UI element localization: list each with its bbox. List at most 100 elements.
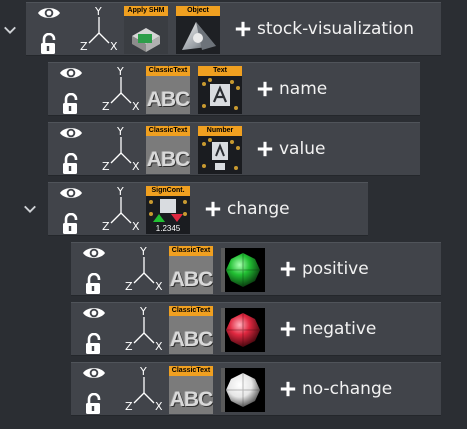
classic-text-plugin-tile[interactable]: ClassicText ABC <box>169 366 213 414</box>
sign-number: 1.2345 <box>155 224 181 233</box>
xyz-axes-icon[interactable]: Y Z X <box>125 245 163 293</box>
axis-x-label: X <box>155 280 163 293</box>
unlock-icon[interactable] <box>39 33 59 55</box>
unlock-icon[interactable] <box>84 333 104 355</box>
unlock-icon[interactable] <box>84 393 104 415</box>
axis-y-label: Y <box>117 125 124 138</box>
add-child-button[interactable] <box>275 316 301 342</box>
add-child-button[interactable] <box>252 136 278 162</box>
axis-z-label: Z <box>102 160 110 173</box>
unlock-icon[interactable] <box>84 273 104 295</box>
unlock-icon[interactable] <box>61 153 81 175</box>
tree-row-change[interactable]: Y Z X SignCont. 1.2345 change <box>48 182 368 236</box>
node-label[interactable]: positive <box>302 258 369 280</box>
tree-row-no-change[interactable]: Y Z X ClassicText ABC no-change <box>71 362 441 416</box>
node-label[interactable]: negative <box>302 318 376 340</box>
classic-text-icon: ABC <box>146 76 190 114</box>
axis-y-label: Y <box>140 365 147 378</box>
plus-icon <box>204 200 222 218</box>
plugin-tag: SignCont. <box>146 186 190 196</box>
plus-icon <box>279 320 297 338</box>
add-child-button[interactable] <box>275 376 301 402</box>
classic-text-icon: ABC <box>146 136 190 174</box>
xyz-axes-icon[interactable]: Y Z X <box>102 65 140 113</box>
add-child-button[interactable] <box>230 16 256 42</box>
text-plugin-tile[interactable]: Text <box>198 66 242 114</box>
plugin-tag: ClassicText <box>169 246 213 256</box>
tree-row-negative[interactable]: Y Z X ClassicText ABC negative <box>71 302 441 356</box>
green-material-ball[interactable] <box>221 248 265 292</box>
node-label[interactable]: stock-visualization <box>257 18 414 40</box>
node-label[interactable]: change <box>227 198 290 220</box>
axis-x-label: X <box>155 340 163 353</box>
plugin-tag: Text <box>198 66 242 76</box>
apply-shm-plugin-tile[interactable]: Apply SHM <box>124 6 168 54</box>
plus-icon <box>256 140 274 158</box>
classic-text-icon: ABC <box>169 316 213 354</box>
number-plugin-tile[interactable]: Number <box>198 126 242 174</box>
tree-row-name[interactable]: Y Z X ClassicText ABC Text name <box>48 62 420 116</box>
plugin-tag: Object <box>176 6 220 16</box>
unlock-icon[interactable] <box>61 93 81 115</box>
axis-y-label: Y <box>117 65 124 78</box>
classic-text-plugin-tile[interactable]: ClassicText ABC <box>146 66 190 114</box>
axis-z-label: Z <box>102 220 110 233</box>
eye-icon[interactable] <box>59 125 83 141</box>
eye-icon[interactable] <box>82 365 106 381</box>
xyz-axes-icon[interactable]: Y Z X <box>125 365 163 413</box>
classic-text-plugin-tile[interactable]: ClassicText ABC <box>146 126 190 174</box>
expand-toggle-stock-visualization[interactable] <box>1 21 19 39</box>
axis-z-label: Z <box>102 100 110 113</box>
axis-x-label: X <box>155 400 163 413</box>
plus-icon <box>256 80 274 98</box>
plugin-tag: ClassicText <box>169 306 213 316</box>
chevron-down-icon <box>23 202 37 216</box>
axis-z-label: Z <box>125 340 133 353</box>
classic-text-icon: ABC <box>169 376 213 414</box>
eye-icon[interactable] <box>82 245 106 261</box>
object-icon <box>176 16 220 54</box>
axis-z-label: Z <box>125 280 133 293</box>
classic-text-plugin-tile[interactable]: ClassicText ABC <box>169 306 213 354</box>
unlock-icon[interactable] <box>61 213 81 235</box>
shm-icon <box>124 16 168 54</box>
node-label[interactable]: value <box>279 138 325 160</box>
axis-z-label: Z <box>125 400 133 413</box>
object-plugin-tile[interactable]: Object <box>176 6 220 54</box>
axis-x-label: X <box>132 100 140 113</box>
axis-x-label: X <box>132 160 140 173</box>
text-icon <box>198 76 242 114</box>
axis-y-label: Y <box>117 185 124 198</box>
plus-icon <box>234 20 252 38</box>
plugin-tag: ClassicText <box>146 66 190 76</box>
white-material-ball[interactable] <box>221 368 265 412</box>
red-material-ball[interactable] <box>221 308 265 352</box>
tree-row-positive[interactable]: Y Z X ClassicText ABC positive <box>71 242 441 296</box>
tree-row-stock-visualization[interactable]: Y Z X Apply SHM Object stock-visualizati… <box>26 2 441 56</box>
eye-icon[interactable] <box>59 65 83 81</box>
axis-x-label: X <box>132 220 140 233</box>
expand-toggle-change[interactable] <box>21 200 39 218</box>
add-child-button[interactable] <box>252 76 278 102</box>
tree-row-value[interactable]: Y Z X ClassicText ABC Number value <box>48 122 420 176</box>
chevron-down-icon <box>3 23 17 37</box>
axis-y-label: Y <box>95 5 102 18</box>
eye-icon[interactable] <box>59 185 83 201</box>
plus-icon <box>279 260 297 278</box>
xyz-axes-icon[interactable]: Y Z X <box>125 305 163 353</box>
axis-y-label: Y <box>140 305 147 318</box>
add-child-button[interactable] <box>200 196 226 222</box>
plus-icon <box>279 380 297 398</box>
number-icon <box>198 136 242 174</box>
add-child-button[interactable] <box>275 256 301 282</box>
classic-text-plugin-tile[interactable]: ClassicText ABC <box>169 246 213 294</box>
xyz-axes-icon[interactable]: Y Z X <box>102 125 140 173</box>
xyz-axes-icon[interactable]: Y Z X <box>102 185 140 233</box>
sign-control-plugin-tile[interactable]: SignCont. 1.2345 <box>146 186 190 234</box>
node-label[interactable]: name <box>279 78 327 100</box>
plugin-tag: ClassicText <box>146 126 190 136</box>
node-label[interactable]: no-change <box>302 378 392 400</box>
xyz-axes-icon[interactable]: Y Z X <box>80 5 118 53</box>
eye-icon[interactable] <box>37 5 61 21</box>
eye-icon[interactable] <box>82 305 106 321</box>
